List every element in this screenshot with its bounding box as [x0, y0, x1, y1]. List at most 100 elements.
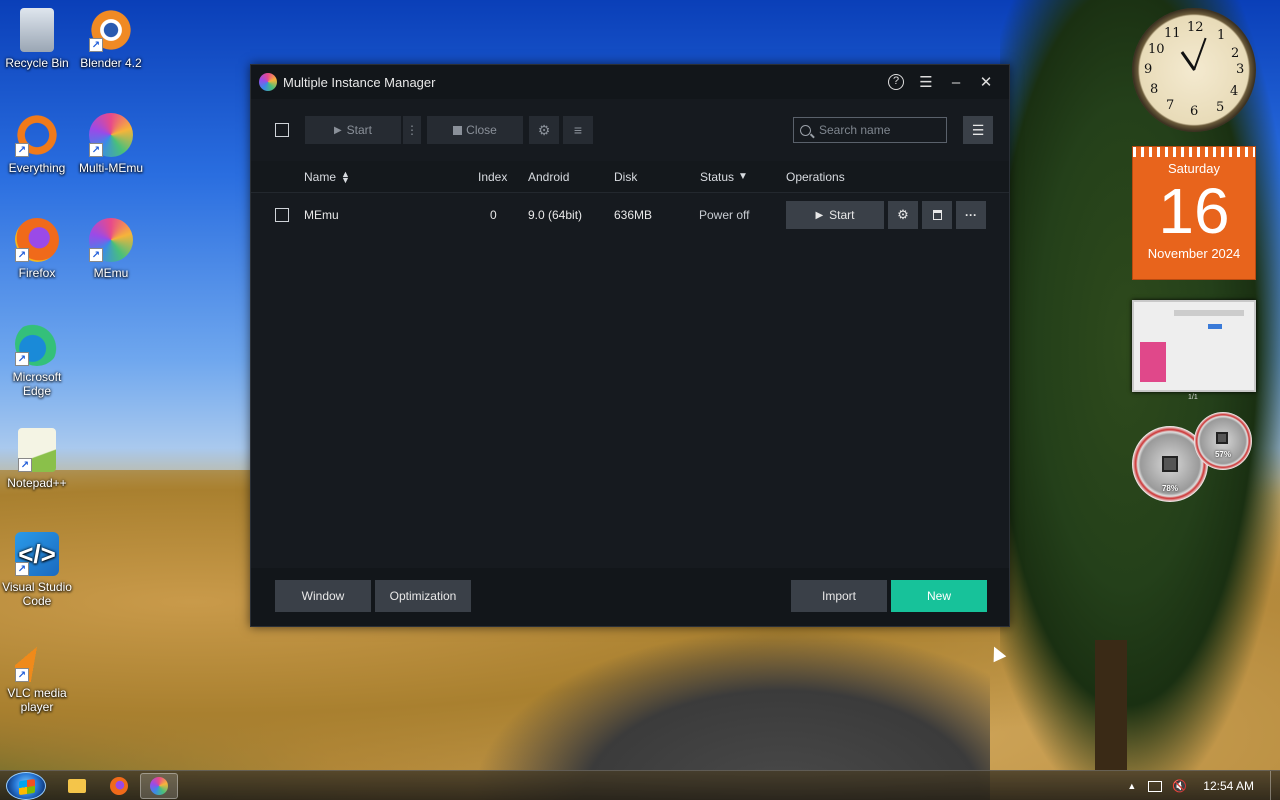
- desktop-icon-multi-memu[interactable]: ↗ Multi-MEmu: [74, 113, 148, 175]
- batch-start-button[interactable]: ▶ Start: [305, 116, 401, 144]
- desktop-icon-recycle-bin[interactable]: Recycle Bin: [0, 8, 74, 70]
- new-instance-button[interactable]: New: [891, 580, 987, 612]
- search-box[interactable]: Search name: [793, 117, 947, 143]
- row-checkbox[interactable]: [275, 208, 289, 222]
- show-desktop-button[interactable]: [1270, 771, 1280, 800]
- memory-meter-gadget[interactable]: 57%: [1194, 412, 1252, 470]
- instance-delete-button[interactable]: [922, 201, 952, 229]
- instance-more-button[interactable]: ···: [956, 201, 986, 229]
- column-name-header[interactable]: Name ▲ ▼: [304, 161, 350, 192]
- desktop-icon-vscode[interactable]: </> ↗ Visual Studio Code: [0, 532, 74, 608]
- memu-logo-icon: [259, 73, 277, 91]
- sort-icon: ▲ ▼: [341, 168, 350, 185]
- cpu-meter-value: 78%: [1161, 484, 1178, 493]
- optimization-button[interactable]: Optimization: [375, 580, 471, 612]
- desktop-icon-label: Recycle Bin: [5, 56, 69, 70]
- clock-number: 11: [1164, 26, 1181, 41]
- instance-settings-button[interactable]: ⚙: [888, 201, 918, 229]
- memory-meter-value: 57%: [1214, 450, 1231, 459]
- instance-start-button[interactable]: ▶ Start: [786, 201, 884, 229]
- show-hidden-icons-button[interactable]: ▲: [1127, 781, 1136, 791]
- taskbar-multi-memu[interactable]: [140, 773, 178, 799]
- shortcut-arrow-icon: ↗: [89, 143, 103, 157]
- batch-settings-button[interactable]: ⚙: [529, 116, 559, 144]
- column-android-header: Android: [528, 169, 570, 184]
- start-button[interactable]: [6, 772, 46, 800]
- desktop-icon-firefox[interactable]: ↗ Firefox: [0, 218, 74, 280]
- desktop-icon-label: MEmu: [93, 266, 129, 280]
- batch-start-more-button[interactable]: ⋮: [403, 116, 421, 144]
- clock-number: 6: [1190, 104, 1199, 119]
- clock-number: 12: [1187, 20, 1204, 35]
- notepadpp-icon: ↗: [18, 428, 56, 472]
- desktop-icon-blender[interactable]: ↗ Blender 4.2: [74, 8, 148, 70]
- desktop-icon-edge[interactable]: ↗ Microsoft Edge: [0, 322, 74, 398]
- play-icon: ▶: [815, 209, 824, 221]
- slideshow-caption: 1/1: [1188, 394, 1198, 401]
- minimize-button[interactable]: –: [941, 67, 971, 97]
- column-status-label: Status: [700, 169, 735, 184]
- select-all-checkbox[interactable]: [275, 123, 289, 137]
- memu-icon: ↗: [89, 218, 133, 262]
- batch-close-button[interactable]: Close: [427, 116, 523, 144]
- taskbar-firefox[interactable]: [100, 773, 138, 799]
- batch-menu-button[interactable]: ≡: [563, 116, 593, 144]
- vlc-icon: ↗: [15, 638, 59, 682]
- tray-clock[interactable]: 12:54 AM: [1203, 779, 1254, 793]
- firefox-icon: [110, 777, 128, 795]
- desktop-icon-label: Microsoft Edge: [12, 370, 62, 398]
- column-name-label: Name: [304, 169, 337, 184]
- clock-number: 3: [1236, 62, 1245, 77]
- window-footer: Window Optimization Import New: [251, 568, 1009, 626]
- column-index-header: Index: [478, 169, 508, 184]
- list-menu-icon: ≡: [573, 122, 583, 138]
- clock-number: 5: [1216, 100, 1225, 115]
- desktop-icon-vlc[interactable]: ↗ VLC media player: [0, 638, 74, 714]
- desktop-icon-label: Multi-MEmu: [78, 161, 143, 175]
- calendar-gadget[interactable]: Saturday 16 November 2024: [1132, 146, 1256, 280]
- folder-icon: [68, 779, 86, 793]
- firefox-icon: ↗: [15, 218, 59, 262]
- clock-number: 8: [1150, 82, 1159, 97]
- clock-number: 7: [1166, 98, 1175, 113]
- list-view-button[interactable]: ☰: [963, 116, 993, 144]
- import-button[interactable]: Import: [791, 580, 887, 612]
- more-icon: ···: [965, 208, 977, 222]
- window-button[interactable]: Window: [275, 580, 371, 612]
- taskbar-file-explorer[interactable]: [58, 773, 96, 799]
- volume-muted-icon[interactable]: 🔇: [1172, 779, 1187, 793]
- search-input[interactable]: Search name: [819, 123, 890, 137]
- desktop-icon-label: VLC media player: [7, 686, 67, 714]
- multi-memu-icon: ↗: [89, 113, 133, 157]
- desktop-icon-label: Notepad++: [7, 476, 67, 490]
- clock-hour-hand: [1180, 51, 1196, 71]
- instance-status: Power off: [699, 208, 750, 222]
- slideshow-gadget[interactable]: 1/1: [1132, 300, 1256, 401]
- shortcut-arrow-icon: ↗: [18, 458, 32, 472]
- menu-button[interactable]: ☰: [911, 67, 941, 97]
- table-row[interactable]: MEmu 0 9.0 (64bit) 636MB Power off ▶ Sta…: [251, 193, 1009, 237]
- clock-number: 1: [1217, 28, 1226, 43]
- clock-gadget[interactable]: 12 1 2 3 4 5 6 7 8 9 10 11: [1132, 8, 1256, 132]
- toolbar: ▶ Start ⋮ Close ⚙ ≡ Search name ☰: [251, 99, 1009, 161]
- multiple-instance-manager-window: Multiple Instance Manager ? ☰ – ✕ ▶ Star…: [250, 64, 1010, 627]
- calendar-weekday: Saturday: [1167, 161, 1221, 176]
- instance-start-label: Start: [829, 208, 855, 222]
- memory-chip-icon: [1216, 432, 1228, 444]
- help-button[interactable]: ?: [881, 67, 911, 97]
- vscode-icon: </> ↗: [15, 532, 59, 576]
- close-window-button[interactable]: ✕: [971, 67, 1001, 97]
- calendar-month-year: November 2024: [1147, 246, 1241, 261]
- desktop-icon-notepadpp[interactable]: ↗ Notepad++: [0, 428, 74, 490]
- column-disk-header: Disk: [614, 169, 638, 184]
- slideshow-image-detail: [1208, 324, 1222, 329]
- column-status-header[interactable]: Status ▼: [700, 161, 748, 192]
- everything-icon: ↗: [15, 113, 59, 157]
- window-titlebar[interactable]: Multiple Instance Manager ? ☰ – ✕: [251, 65, 1009, 99]
- network-icon[interactable]: [1148, 780, 1163, 792]
- clock-number: 4: [1230, 84, 1239, 99]
- slideshow-image-detail: [1140, 342, 1166, 382]
- desktop-icon-everything[interactable]: ↗ Everything: [0, 113, 74, 175]
- desktop-icon-memu[interactable]: ↗ MEmu: [74, 218, 148, 280]
- instance-name: MEmu: [304, 208, 339, 222]
